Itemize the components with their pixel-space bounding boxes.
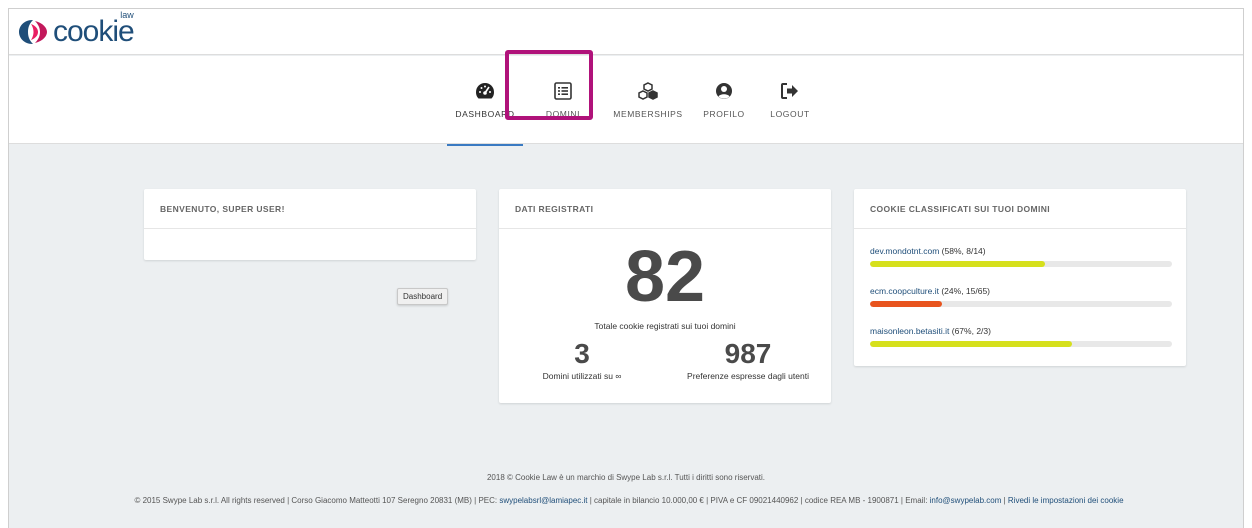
- nav-dashboard[interactable]: DASHBOARD: [447, 56, 523, 146]
- user-circle-icon: [713, 80, 735, 102]
- domains-used-label: Domini utilizzati su ∞: [542, 371, 622, 381]
- top-bar: cookie law: [9, 9, 1243, 55]
- domain-row: ecm.coopculture.it (24%, 15/65): [870, 286, 1172, 307]
- nav-dashboard-label: DASHBOARD: [455, 109, 515, 119]
- app-frame: cookie law DASHBOARD DOMINI MEMBERSHIPS …: [8, 8, 1244, 528]
- domain-progress-track: [870, 301, 1172, 307]
- domain-stats: (67%, 2/3): [949, 326, 991, 336]
- nav-memberships-label: MEMBERSHIPS: [613, 109, 683, 119]
- domain-row: maisonleon.betasiti.it (67%, 2/3): [870, 326, 1172, 347]
- list-icon: [552, 80, 574, 102]
- nav-domini[interactable]: DOMINI: [523, 56, 603, 144]
- cookie-settings-link[interactable]: Rivedi le impostazioni dei cookie: [1008, 496, 1124, 505]
- total-cookies-label: Totale cookie registrati sui tuoi domini: [594, 321, 736, 331]
- domain-progress-track: [870, 261, 1172, 267]
- domain-row: dev.mondotnt.com (58%, 8/14): [870, 246, 1172, 267]
- domain-link[interactable]: dev.mondotnt.com: [870, 246, 939, 256]
- nav-logout[interactable]: LOGOUT: [755, 56, 825, 144]
- domain-text: dev.mondotnt.com (58%, 8/14): [870, 246, 1172, 256]
- nav-domini-label: DOMINI: [545, 109, 581, 119]
- nav-profilo-label: PROFILO: [703, 109, 745, 119]
- domain-stats: (24%, 15/65): [938, 286, 991, 296]
- domains-used-value: 3: [574, 338, 590, 369]
- logo-wordmark: cookie law: [53, 11, 135, 47]
- domain-progress-track: [870, 341, 1172, 347]
- footer-copyright: 2018 © Cookie Law è un marchio di Swype …: [486, 473, 766, 482]
- dashboard-gauge-icon: [474, 80, 496, 102]
- contact-email-link[interactable]: info@swypelab.com: [930, 496, 1002, 505]
- stats-card-title: DATI REGISTRATI: [499, 189, 831, 229]
- preferences-label: Preferenze espresse dagli utenti: [687, 371, 809, 381]
- domain-link[interactable]: ecm.coopculture.it: [870, 286, 939, 296]
- classified-card-title: COOKIE CLASSIFICATI SUI TUOI DOMINI: [854, 189, 1186, 229]
- stats-card: DATI REGISTRATI 82 Totale cookie registr…: [499, 189, 831, 403]
- preferences-value: 987: [724, 338, 772, 369]
- logo-superscript: law: [120, 10, 134, 20]
- nav-logout-label: LOGOUT: [770, 109, 810, 119]
- welcome-card: BENVENUTO, SUPER USER!: [144, 189, 476, 260]
- logo-mark-icon: [19, 20, 47, 44]
- pec-email-link[interactable]: swypelabsrl@lamiapec.it: [499, 496, 587, 505]
- domain-stats: (58%, 8/14): [939, 246, 986, 256]
- sign-out-icon: [779, 80, 801, 102]
- logo[interactable]: cookie law: [19, 11, 135, 51]
- domain-progress-fill: [870, 341, 1073, 347]
- dashboard-tooltip: Dashboard: [397, 288, 449, 305]
- nav-profilo[interactable]: PROFILO: [693, 56, 755, 144]
- domain-text: ecm.coopculture.it (24%, 15/65): [870, 286, 1172, 296]
- footer-legal-text: | capitale in bilancio 10.000,00 € | PIV…: [587, 496, 930, 505]
- domain-text: maisonleon.betasiti.it (67%, 2/3): [870, 326, 1172, 336]
- nav-memberships[interactable]: MEMBERSHIPS: [603, 56, 693, 144]
- main-navigation: DASHBOARD DOMINI MEMBERSHIPS PROFILO LOG…: [9, 56, 1243, 146]
- cubes-icon: [637, 80, 659, 102]
- footer-legal: © 2015 Swype Lab s.r.l. All rights reser…: [109, 495, 1149, 507]
- classified-cookies-card: COOKIE CLASSIFICATI SUI TUOI DOMINI dev.…: [854, 189, 1186, 366]
- domain-progress-fill: [870, 261, 1046, 267]
- nav-items: DASHBOARD DOMINI MEMBERSHIPS PROFILO LOG…: [447, 56, 825, 146]
- total-cookies-value: 82: [624, 237, 706, 317]
- domain-progress-fill: [870, 301, 943, 307]
- domain-link[interactable]: maisonleon.betasiti.it: [870, 326, 949, 336]
- welcome-card-title: BENVENUTO, SUPER USER!: [144, 189, 476, 229]
- footer-legal-text: © 2015 Swype Lab s.r.l. All rights reser…: [134, 496, 500, 505]
